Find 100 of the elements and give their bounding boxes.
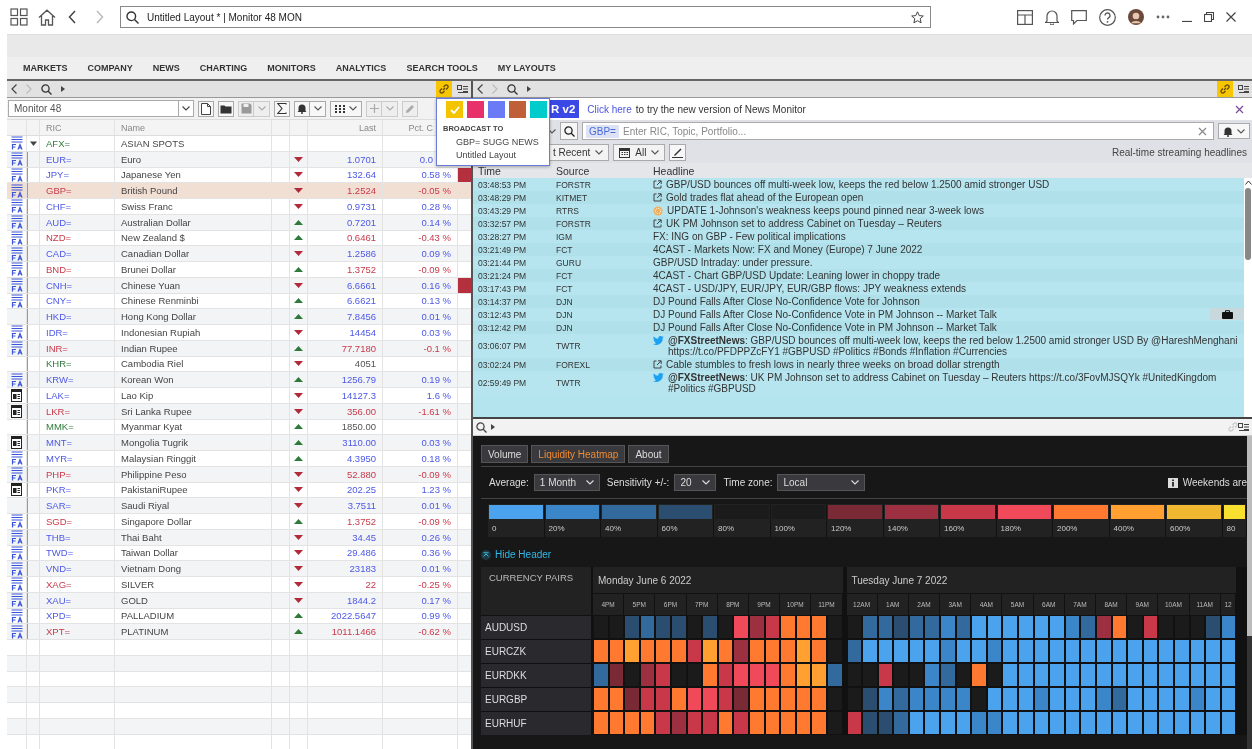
table-row[interactable]: VND= Vietnam Dong 23183 0.01 % [7, 561, 471, 577]
scroll-thumb[interactable] [1247, 436, 1252, 636]
ric-cell[interactable]: TWD= [40, 545, 115, 561]
sort-dropdown[interactable]: t Recent [547, 144, 610, 161]
table-row[interactable]: XAG= SILVER 22 -0.25 % [7, 577, 471, 593]
avatar-icon[interactable] [1128, 9, 1144, 25]
headline-text[interactable]: DJ Pound Falls After Close No-Confidence Vote in PM Johnson -- Market Talk [653, 322, 997, 333]
tab[interactable]: Liquidity Heatmap [531, 445, 626, 463]
headline-text[interactable]: @FXStreetNews: UK PM Johnson set to address Cabinet on Tuesday – Reuters https://t.co/3FovMJSQYk #UnitedKingdom #Politics #GBPUSD [668, 372, 1240, 394]
link-button[interactable] [1217, 81, 1233, 97]
select-dropdown[interactable]: Local [777, 474, 866, 491]
view-button[interactable] [330, 100, 362, 117]
menu-item[interactable]: MARKETS [23, 63, 68, 73]
color-swatch[interactable] [446, 101, 463, 118]
chat-icon[interactable] [1071, 9, 1087, 25]
open-folder-button[interactable] [218, 100, 234, 117]
ric-cell[interactable]: XAU= [40, 592, 115, 608]
table-row[interactable]: CAD= Canadian Dollar 1.2586 0.09 % [7, 246, 471, 262]
highlight-button[interactable] [669, 144, 687, 161]
ric-cell[interactable]: LAK= [40, 388, 115, 403]
click-here-link[interactable]: Click here [587, 103, 632, 115]
address-field[interactable]: Untitled Layout * | Monitor 48 MON [120, 6, 931, 28]
ric-cell[interactable]: PHP= [40, 466, 115, 482]
restore-icon[interactable] [1204, 12, 1214, 22]
select-dropdown[interactable]: 1 Month [533, 474, 600, 491]
ric-token[interactable]: GBP= [586, 124, 619, 138]
ric-cell[interactable]: AUD= [40, 214, 115, 230]
column-header[interactable]: Headline [648, 165, 1252, 177]
ric-cell[interactable]: JPY= [40, 167, 115, 183]
news-row[interactable]: 03:48:29 PM KITMET Gold trades flat ahead of the European open [473, 191, 1244, 204]
ric-cell[interactable]: KHR= [40, 356, 115, 372]
ric-cell[interactable]: MYR= [40, 451, 115, 466]
more-icon[interactable] [1156, 15, 1170, 19]
scroll-thumb[interactable] [1245, 188, 1251, 260]
table-row[interactable]: MYR= Malaysian Ringgit 4.3950 0.18 % [7, 451, 471, 467]
ric-cell[interactable]: EUR= [40, 151, 115, 167]
column-header[interactable]: Source [551, 165, 648, 177]
headline-text[interactable]: DJ Pound Falls After Close No-Confidence Vote for Johnson [653, 296, 920, 307]
ric-cell[interactable]: CHF= [40, 199, 115, 214]
ric-cell[interactable]: HKD= [40, 309, 115, 324]
table-row[interactable]: GBP= British Pound 1.2524 -0.05 % [7, 183, 471, 199]
ric-cell[interactable]: XAG= [40, 577, 115, 592]
headline-text[interactable]: GBP/USD Intraday: under pressure. [653, 257, 813, 268]
back-icon[interactable] [11, 84, 17, 94]
ric-cell[interactable]: CNY= [40, 293, 115, 309]
headline-text[interactable]: Gold trades flat ahead of the European open [666, 192, 864, 203]
table-row[interactable]: BND= Brunei Dollar 1.3752 -0.09 % [7, 262, 471, 278]
link-button[interactable] [436, 81, 452, 97]
color-swatch[interactable] [467, 101, 484, 118]
ric-cell[interactable]: PKR= [40, 482, 115, 498]
monitor-name-field[interactable]: Monitor 48 [8, 100, 194, 117]
menu-item[interactable]: MY LAYOUTS [497, 63, 556, 73]
headline-text[interactable]: UPDATE 1-Johnson's weakness keeps pound pinned near 3-week lows [667, 205, 984, 216]
table-row[interactable]: IDR= Indonesian Rupiah 14454 0.03 % [7, 325, 471, 341]
search-button[interactable] [560, 122, 578, 140]
ric-cell[interactable]: MNT= [40, 435, 115, 450]
new-document-button[interactable] [198, 100, 214, 117]
ric-cell[interactable]: KRW= [40, 372, 115, 387]
headline-text[interactable]: FX: ING on GBP - Few political implications [653, 231, 846, 242]
ric-cell[interactable]: IDR= [40, 325, 115, 340]
news-row[interactable]: 03:12:42 PM DJN DJ Pound Falls After Close No-Confidence Vote in PM Johnson -- Market Talk [473, 321, 1244, 334]
headline-text[interactable]: 4CAST - USD/JPY, EUR/JPY, EUR/GBP flows: JPY weakness extends [653, 283, 967, 294]
menu-item[interactable]: NEWS [152, 63, 180, 73]
ric-cell[interactable]: THB= [40, 529, 115, 545]
dropdown-button[interactable] [178, 101, 193, 116]
menu-item[interactable]: GBP= SUGG NEWS [437, 136, 549, 149]
menu-item[interactable]: COMPANY [87, 63, 133, 73]
ric-cell[interactable]: XPT= [40, 624, 115, 639]
ric-cell[interactable]: INR= [40, 340, 115, 356]
ric-cell[interactable]: SGD= [40, 514, 115, 529]
ric-cell[interactable]: AFX= [40, 136, 115, 151]
table-row[interactable]: XPT= PLATINUM 1011.1466 -0.62 % [7, 624, 471, 640]
color-swatch[interactable] [488, 101, 505, 118]
alert-button[interactable] [294, 100, 310, 117]
menu-item[interactable]: MONITORS [267, 63, 316, 73]
ric-cell[interactable]: CAD= [40, 246, 115, 261]
scrollbar[interactable] [1247, 436, 1252, 749]
ric-cell[interactable]: VND= [40, 561, 115, 576]
apps-icon[interactable] [10, 8, 28, 26]
column-header[interactable]: Time [473, 165, 551, 177]
ric-cell[interactable]: LKR= [40, 403, 115, 419]
color-swatch[interactable] [509, 101, 526, 118]
close-icon[interactable] [1235, 104, 1244, 114]
tab[interactable]: Volume [481, 445, 529, 463]
news-row[interactable]: 03:14:37 PM DJN DJ Pound Falls After Close No-Confidence Vote for Johnson [473, 295, 1244, 308]
tab[interactable]: About [628, 445, 669, 463]
scrollbar[interactable] [1244, 178, 1252, 417]
alert-button[interactable] [1218, 123, 1250, 139]
ric-cell[interactable]: GBP= [40, 183, 115, 198]
ric-cell[interactable]: CNH= [40, 277, 115, 293]
ric-cell[interactable]: BND= [40, 262, 115, 277]
back-icon[interactable] [477, 84, 483, 94]
menu-item[interactable]: SEARCH TOOLS [406, 63, 478, 73]
headline-text[interactable]: DJ Pound Falls After Close No-Confidence Vote in PM Johnson -- Market Talk [653, 309, 997, 320]
headline-text[interactable]: @FXStreetNews: GBP/USD bounces off multi-week low, keeps the red below 1.2500 amid stronger USD By @HareshMenghani https://t.co/PFDPPZcFY1 #GBPUSD #Politics #Bonds #Inflation #Currencies [668, 335, 1240, 357]
table-row[interactable]: CHF= Swiss Franc 0.9731 0.28 % [7, 199, 471, 215]
date-dropdown[interactable]: All [613, 144, 666, 161]
home-icon[interactable] [38, 8, 56, 26]
select-dropdown[interactable]: 20 [674, 474, 717, 491]
sum-button[interactable] [274, 100, 290, 117]
